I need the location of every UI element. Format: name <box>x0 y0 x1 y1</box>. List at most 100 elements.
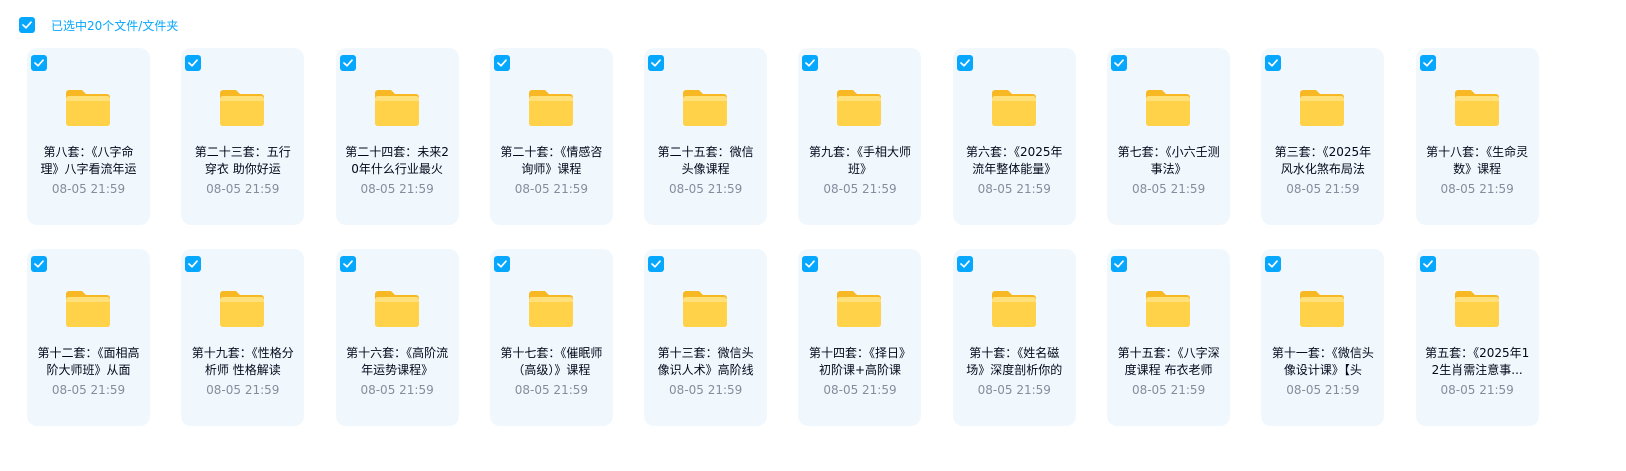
item-checkbox[interactable] <box>31 55 47 71</box>
item-checkbox[interactable] <box>1111 55 1128 71</box>
file-name: 第二十三套：五行穿衣 助你好运 <box>194 145 291 176</box>
item-checkbox[interactable] <box>1111 256 1128 272</box>
file-name: 第八套：《八字命理》八字看流年运 <box>40 145 137 176</box>
file-name: 第十五套：《八字深度课程 布衣老师 <box>1117 346 1220 377</box>
file-name: 第二十四套：未来20年什么行业最火 <box>345 145 449 176</box>
folder-card[interactable]: 第九套：《手相大师班》 08-05 21:59 <box>798 48 922 225</box>
item-checkbox[interactable] <box>493 55 510 71</box>
folder-card[interactable]: 第十五套：《八字深度课程 布衣老师 08-05 21:59 <box>1107 249 1231 426</box>
file-name: 第十三套：微信头像识人术》高阶线 <box>657 346 754 377</box>
folder-icon <box>220 90 265 126</box>
item-checkbox[interactable] <box>956 256 973 272</box>
folder-icon <box>837 291 882 327</box>
item-checkbox[interactable] <box>31 256 47 272</box>
file-name: 第十套：《姓名磁场》深度剖析你的 <box>966 346 1063 377</box>
folder-card[interactable]: 第十四套：《择日》初阶课+高阶课 08-05 21:59 <box>798 249 922 426</box>
folder-card[interactable]: 第十二套：《面相高阶大师班》从面 08-05 21:59 <box>27 249 150 426</box>
folder-card[interactable]: 第十七套：《催眠师（高级）》课程 08-05 21:59 <box>489 249 613 426</box>
folder-card[interactable]: 第十八套：《生命灵数》课程 08-05 21:59 <box>1415 48 1539 225</box>
file-modified-time: 08-05 21:59 <box>514 182 589 196</box>
file-modified-time: 08-05 21:59 <box>1131 383 1206 397</box>
file-modified-time: 08-05 21:59 <box>977 182 1051 196</box>
check-icon <box>342 260 353 268</box>
file-modified-time: 08-05 21:59 <box>1440 182 1514 196</box>
check-icon <box>1114 59 1124 67</box>
item-checkbox[interactable] <box>1265 55 1282 71</box>
file-name: 第二十五套：微信头像课程 <box>657 145 754 176</box>
folder-card[interactable]: 第十九套：《性格分析师 性格解读 08-05 21:59 <box>181 249 305 426</box>
folder-card[interactable]: 第八套：《八字命理》八字看流年运 08-05 21:59 <box>27 48 150 225</box>
folder-icon <box>1454 90 1499 126</box>
item-checkbox[interactable] <box>493 256 510 272</box>
file-name: 第五套：《2025年12生肖需注意事... <box>1425 346 1530 377</box>
file-modified-time: 08-05 21:59 <box>51 383 126 397</box>
item-checkbox[interactable] <box>648 55 665 71</box>
file-name: 第十二套：《面相高阶大师班》从面 <box>37 346 140 377</box>
check-icon <box>959 260 970 268</box>
check-icon <box>1422 260 1433 268</box>
file-modified-time: 08-05 21:59 <box>360 383 434 397</box>
folder-icon <box>528 90 573 126</box>
item-checkbox[interactable] <box>185 55 202 71</box>
file-modified-time: 08-05 21:59 <box>1131 182 1206 196</box>
file-name: 第七套：《小六壬测事法》 <box>1117 145 1220 176</box>
folder-card[interactable]: 第三套：《2025年风水化煞布局法 08-05 21:59 <box>1261 48 1385 225</box>
item-checkbox[interactable] <box>1419 256 1436 272</box>
item-checkbox[interactable] <box>1419 55 1436 71</box>
check-icon <box>1268 260 1279 268</box>
file-modified-time: 08-05 21:59 <box>669 383 743 397</box>
folder-card[interactable]: 第七套：《小六壬测事法》 08-05 21:59 <box>1107 48 1231 225</box>
item-checkbox[interactable] <box>802 256 819 272</box>
folder-card[interactable]: 第二十四套：未来20年什么行业最火 08-05 21:59 <box>335 48 459 225</box>
folder-card[interactable]: 第十一套：《微信头像设计课》【头 08-05 21:59 <box>1261 249 1385 426</box>
check-icon <box>34 59 44 67</box>
file-modified-time: 08-05 21:59 <box>51 182 126 196</box>
folder-icon <box>683 90 728 126</box>
folder-card[interactable]: 第二十五套：微信头像课程 08-05 21:59 <box>644 48 768 225</box>
check-icon <box>805 260 816 268</box>
folder-icon <box>1300 291 1345 327</box>
folder-icon <box>1454 291 1499 327</box>
item-checkbox[interactable] <box>185 256 202 272</box>
file-name: 第十四套：《择日》初阶课+高阶课 <box>808 346 911 377</box>
folder-card[interactable]: 第二十三套：五行穿衣 助你好运 08-05 21:59 <box>181 48 305 225</box>
item-checkbox[interactable] <box>956 55 973 71</box>
file-modified-time: 08-05 21:59 <box>1440 383 1514 397</box>
folder-icon <box>1146 90 1191 126</box>
check-icon <box>22 21 32 29</box>
file-name: 第十九套：《性格分析师 性格解读 <box>191 346 294 377</box>
folder-icon <box>220 291 265 327</box>
folder-icon <box>528 291 573 327</box>
folder-card[interactable]: 第五套：《2025年12生肖需注意事... 08-05 21:59 <box>1415 249 1539 426</box>
file-modified-time: 08-05 21:59 <box>669 182 743 196</box>
file-name: 第十八套：《生命灵数》课程 <box>1426 145 1529 176</box>
select-all-checkbox[interactable] <box>19 17 35 33</box>
file-grid-page: 已选中20个文件/文件夹 第八套：《八字命理》八字看流年运 08-05 21:5… <box>0 0 1626 471</box>
file-modified-time: 08-05 21:59 <box>977 383 1051 397</box>
file-name: 第六套：《2025年流年整体能量》 <box>966 145 1063 176</box>
folder-card[interactable]: 第六套：《2025年流年整体能量》 08-05 21:59 <box>952 48 1076 225</box>
file-modified-time: 08-05 21:59 <box>823 383 897 397</box>
selected-count-text: 已选中20个文件/文件夹 <box>51 18 179 33</box>
file-name: 第十一套：《微信头像设计课》【头 <box>1271 346 1374 377</box>
item-checkbox[interactable] <box>1265 256 1282 272</box>
folder-card[interactable]: 第二十套：《情感咨询师》课程 08-05 21:59 <box>489 48 613 225</box>
file-modified-time: 08-05 21:59 <box>1286 182 1360 196</box>
item-checkbox[interactable] <box>339 55 356 71</box>
folder-card[interactable]: 第十六套：《高阶流年运势课程》 08-05 21:59 <box>335 249 459 426</box>
check-icon <box>651 59 662 67</box>
folder-icon <box>66 291 110 327</box>
file-name: 第十六套：《高阶流年运势课程》 <box>346 346 449 377</box>
folder-icon <box>66 90 110 126</box>
item-checkbox[interactable] <box>339 256 356 272</box>
check-icon <box>1422 59 1433 67</box>
file-grid: 第八套：《八字命理》八字看流年运 08-05 21:59 第二十三套：五行穿衣 … <box>27 48 1539 426</box>
file-modified-time: 08-05 21:59 <box>823 182 897 196</box>
item-checkbox[interactable] <box>802 55 819 71</box>
folder-card[interactable]: 第十套：《姓名磁场》深度剖析你的 08-05 21:59 <box>952 249 1076 426</box>
folder-icon <box>683 291 728 327</box>
folder-card[interactable]: 第十三套：微信头像识人术》高阶线 08-05 21:59 <box>644 249 768 426</box>
folder-icon <box>837 90 882 126</box>
item-checkbox[interactable] <box>648 256 665 272</box>
folder-icon <box>374 291 419 327</box>
